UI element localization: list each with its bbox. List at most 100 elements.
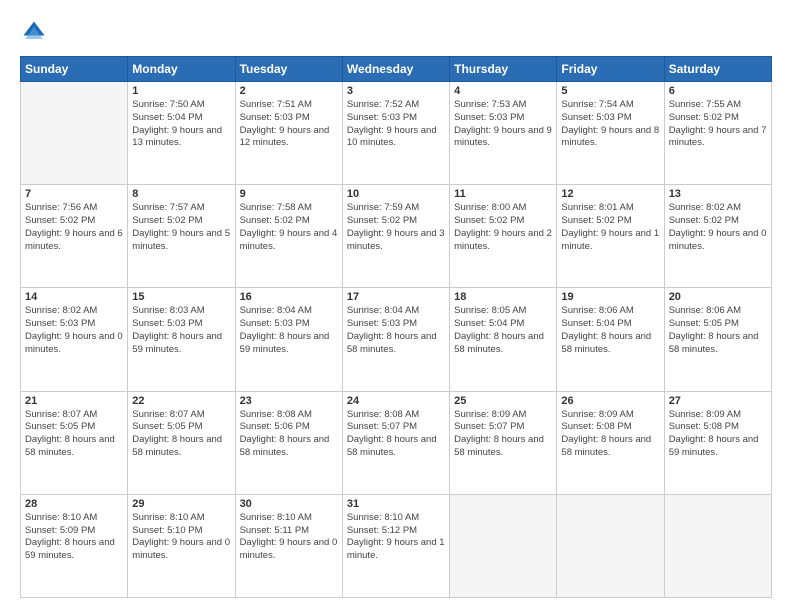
day-info: Sunrise: 8:10 AM Sunset: 5:12 PM Dayligh…: [347, 512, 445, 563]
day-number: 7: [25, 188, 123, 200]
weekday-header-row: SundayMondayTuesdayWednesdayThursdayFrid…: [21, 57, 772, 82]
day-info: Sunrise: 8:08 AM Sunset: 5:07 PM Dayligh…: [347, 409, 445, 460]
calendar-table: SundayMondayTuesdayWednesdayThursdayFrid…: [20, 56, 772, 598]
day-info: Sunrise: 8:09 AM Sunset: 5:08 PM Dayligh…: [561, 409, 659, 460]
calendar-cell: 13 Sunrise: 8:02 AM Sunset: 5:02 PM Dayli…: [664, 185, 771, 288]
weekday-friday: Friday: [557, 57, 664, 82]
header: [20, 18, 772, 46]
logo: [20, 18, 52, 46]
day-number: 25: [454, 395, 552, 407]
day-number: 8: [132, 188, 230, 200]
day-number: 30: [240, 498, 338, 510]
day-info: Sunrise: 7:54 AM Sunset: 5:03 PM Dayligh…: [561, 99, 659, 150]
calendar-cell: [664, 494, 771, 597]
day-info: Sunrise: 8:09 AM Sunset: 5:07 PM Dayligh…: [454, 409, 552, 460]
day-info: Sunrise: 7:57 AM Sunset: 5:02 PM Dayligh…: [132, 202, 230, 253]
calendar-cell: 9 Sunrise: 7:58 AM Sunset: 5:02 PM Daylig…: [235, 185, 342, 288]
day-info: Sunrise: 7:56 AM Sunset: 5:02 PM Dayligh…: [25, 202, 123, 253]
calendar-cell: 8 Sunrise: 7:57 AM Sunset: 5:02 PM Daylig…: [128, 185, 235, 288]
calendar-cell: 27Sunrise: 8:09 AM Sunset: 5:08 PM Dayli…: [664, 391, 771, 494]
page: SundayMondayTuesdayWednesdayThursdayFrid…: [0, 0, 792, 612]
day-info: Sunrise: 8:04 AM Sunset: 5:03 PM Dayligh…: [347, 305, 445, 356]
day-number: 19: [561, 291, 659, 303]
day-number: 23: [240, 395, 338, 407]
calendar-cell: 1Sunrise: 7:50 AM Sunset: 5:04 PM Daylig…: [128, 82, 235, 185]
calendar-cell: 10 Sunrise: 7:59 AM Sunset: 5:02 PM Dayli…: [342, 185, 449, 288]
day-info: Sunrise: 8:07 AM Sunset: 5:05 PM Dayligh…: [132, 409, 230, 460]
day-number: 12: [561, 188, 659, 200]
calendar-cell: 16 Sunrise: 8:04 AM Sunset: 5:03 PM Dayli…: [235, 288, 342, 391]
day-number: 5: [561, 85, 659, 97]
day-info: Sunrise: 8:07 AM Sunset: 5:05 PM Dayligh…: [25, 409, 123, 460]
calendar-week-row: 28 Sunrise: 8:10 AM Sunset: 5:09 PM Dayli…: [21, 494, 772, 597]
calendar-week-row: 14 Sunrise: 8:02 AM Sunset: 5:03 PM Dayli…: [21, 288, 772, 391]
calendar-cell: 24 Sunrise: 8:08 AM Sunset: 5:07 PM Dayli…: [342, 391, 449, 494]
day-number: 6: [669, 85, 767, 97]
day-info: Sunrise: 8:10 AM Sunset: 5:09 PM Dayligh…: [25, 512, 123, 563]
day-info: Sunrise: 8:02 AM Sunset: 5:02 PM Dayligh…: [669, 202, 767, 253]
day-info: Sunrise: 8:06 AM Sunset: 5:04 PM Dayligh…: [561, 305, 659, 356]
day-number: 2: [240, 85, 338, 97]
day-info: Sunrise: 7:53 AM Sunset: 5:03 PM Dayligh…: [454, 99, 552, 150]
day-number: 26: [561, 395, 659, 407]
day-number: 15: [132, 291, 230, 303]
calendar-cell: [557, 494, 664, 597]
calendar-cell: 12 Sunrise: 8:01 AM Sunset: 5:02 PM Dayli…: [557, 185, 664, 288]
day-info: Sunrise: 8:10 AM Sunset: 5:10 PM Dayligh…: [132, 512, 230, 563]
day-info: Sunrise: 8:09 AM Sunset: 5:08 PM Dayligh…: [669, 409, 767, 460]
day-info: Sunrise: 7:58 AM Sunset: 5:02 PM Dayligh…: [240, 202, 338, 253]
logo-icon: [20, 18, 48, 46]
day-info: Sunrise: 8:04 AM Sunset: 5:03 PM Dayligh…: [240, 305, 338, 356]
weekday-wednesday: Wednesday: [342, 57, 449, 82]
calendar-cell: [450, 494, 557, 597]
weekday-tuesday: Tuesday: [235, 57, 342, 82]
day-number: 10: [347, 188, 445, 200]
calendar-cell: 4Sunrise: 7:53 AM Sunset: 5:03 PM Daylig…: [450, 82, 557, 185]
calendar-cell: 3 Sunrise: 7:52 AM Sunset: 5:03 PM Daylig…: [342, 82, 449, 185]
day-info: Sunrise: 7:50 AM Sunset: 5:04 PM Dayligh…: [132, 99, 230, 150]
day-info: Sunrise: 7:55 AM Sunset: 5:02 PM Dayligh…: [669, 99, 767, 150]
calendar-cell: 25 Sunrise: 8:09 AM Sunset: 5:07 PM Dayli…: [450, 391, 557, 494]
day-info: Sunrise: 8:05 AM Sunset: 5:04 PM Dayligh…: [454, 305, 552, 356]
calendar-cell: 23Sunrise: 8:08 AM Sunset: 5:06 PM Dayli…: [235, 391, 342, 494]
day-number: 9: [240, 188, 338, 200]
calendar-cell: 29Sunrise: 8:10 AM Sunset: 5:10 PM Dayli…: [128, 494, 235, 597]
calendar-cell: 19 Sunrise: 8:06 AM Sunset: 5:04 PM Dayli…: [557, 288, 664, 391]
calendar-cell: 6 Sunrise: 7:55 AM Sunset: 5:02 PM Daylig…: [664, 82, 771, 185]
day-info: Sunrise: 7:59 AM Sunset: 5:02 PM Dayligh…: [347, 202, 445, 253]
calendar-cell: [21, 82, 128, 185]
day-number: 17: [347, 291, 445, 303]
calendar-cell: 2 Sunrise: 7:51 AM Sunset: 5:03 PM Daylig…: [235, 82, 342, 185]
day-info: Sunrise: 8:03 AM Sunset: 5:03 PM Dayligh…: [132, 305, 230, 356]
calendar-week-row: 7 Sunrise: 7:56 AM Sunset: 5:02 PM Daylig…: [21, 185, 772, 288]
weekday-sunday: Sunday: [21, 57, 128, 82]
calendar-cell: 22 Sunrise: 8:07 AM Sunset: 5:05 PM Dayli…: [128, 391, 235, 494]
weekday-saturday: Saturday: [664, 57, 771, 82]
day-info: Sunrise: 8:00 AM Sunset: 5:02 PM Dayligh…: [454, 202, 552, 253]
day-number: 22: [132, 395, 230, 407]
day-number: 14: [25, 291, 123, 303]
calendar-cell: 5 Sunrise: 7:54 AM Sunset: 5:03 PM Daylig…: [557, 82, 664, 185]
day-number: 31: [347, 498, 445, 510]
calendar-cell: 17 Sunrise: 8:04 AM Sunset: 5:03 PM Dayli…: [342, 288, 449, 391]
weekday-monday: Monday: [128, 57, 235, 82]
day-number: 28: [25, 498, 123, 510]
calendar-cell: 28 Sunrise: 8:10 AM Sunset: 5:09 PM Dayli…: [21, 494, 128, 597]
day-number: 13: [669, 188, 767, 200]
calendar-cell: 20Sunrise: 8:06 AM Sunset: 5:05 PM Dayli…: [664, 288, 771, 391]
calendar-cell: 14 Sunrise: 8:02 AM Sunset: 5:03 PM Dayli…: [21, 288, 128, 391]
day-info: Sunrise: 8:01 AM Sunset: 5:02 PM Dayligh…: [561, 202, 659, 253]
day-number: 20: [669, 291, 767, 303]
day-info: Sunrise: 7:52 AM Sunset: 5:03 PM Dayligh…: [347, 99, 445, 150]
calendar-cell: 21Sunrise: 8:07 AM Sunset: 5:05 PM Dayli…: [21, 391, 128, 494]
day-info: Sunrise: 7:51 AM Sunset: 5:03 PM Dayligh…: [240, 99, 338, 150]
day-number: 3: [347, 85, 445, 97]
calendar-cell: 11Sunrise: 8:00 AM Sunset: 5:02 PM Dayli…: [450, 185, 557, 288]
day-info: Sunrise: 8:02 AM Sunset: 5:03 PM Dayligh…: [25, 305, 123, 356]
calendar-cell: 31 Sunrise: 8:10 AM Sunset: 5:12 PM Dayli…: [342, 494, 449, 597]
day-number: 24: [347, 395, 445, 407]
calendar-week-row: 1Sunrise: 7:50 AM Sunset: 5:04 PM Daylig…: [21, 82, 772, 185]
calendar-week-row: 21Sunrise: 8:07 AM Sunset: 5:05 PM Dayli…: [21, 391, 772, 494]
calendar-cell: 7 Sunrise: 7:56 AM Sunset: 5:02 PM Daylig…: [21, 185, 128, 288]
day-number: 16: [240, 291, 338, 303]
